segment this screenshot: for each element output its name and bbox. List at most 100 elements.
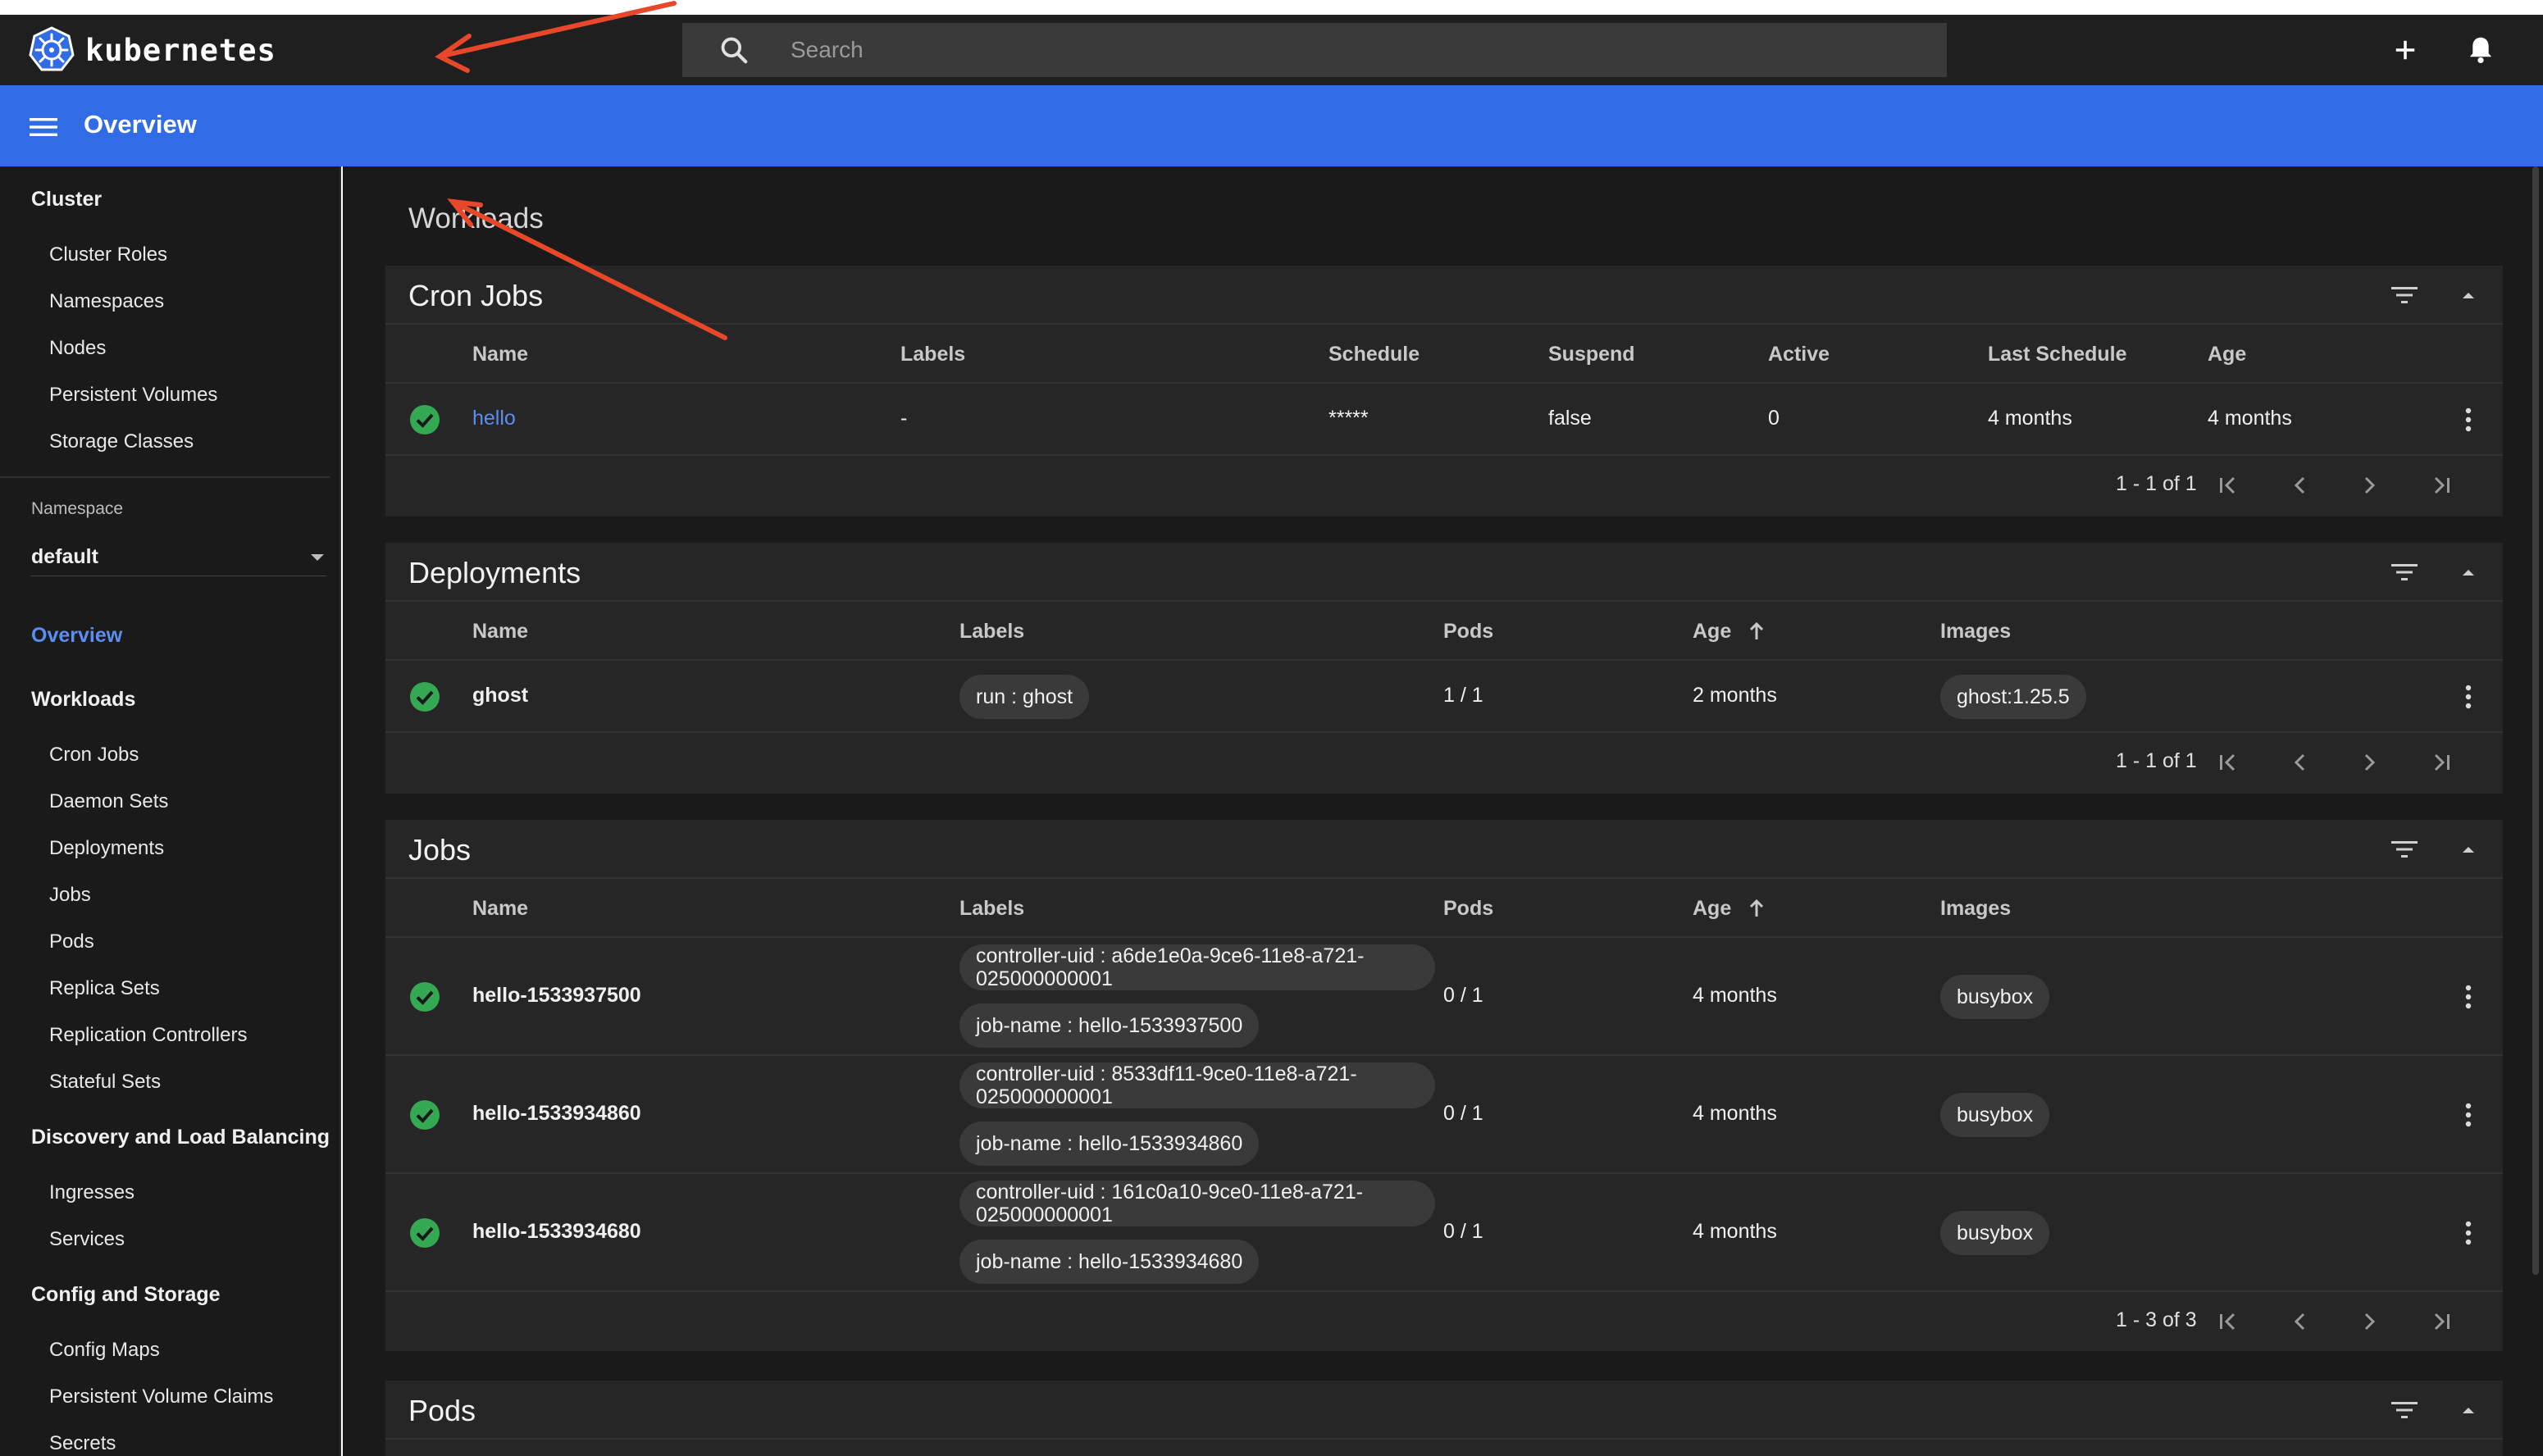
- search-input[interactable]: [791, 23, 1922, 77]
- cron-job-active: 0: [1768, 407, 1780, 430]
- sidebar-item-cron-jobs[interactable]: Cron Jobs: [49, 744, 139, 767]
- search-bar[interactable]: [682, 23, 1947, 77]
- create-button[interactable]: [2386, 31, 2424, 69]
- column-header[interactable]: Schedule: [1328, 343, 1420, 366]
- column-header[interactable]: Pods: [1443, 897, 1493, 921]
- job-age: 4 months: [1693, 1220, 1777, 1243]
- column-header[interactable]: Suspend: [1548, 343, 1635, 366]
- next-page-button[interactable]: [2352, 467, 2388, 503]
- sidebar-item-pvc[interactable]: Persistent Volume Claims: [49, 1385, 273, 1408]
- first-page-button[interactable]: [2211, 467, 2247, 503]
- previous-page-button[interactable]: [2281, 1304, 2317, 1340]
- more-vertical-icon: [2465, 407, 2472, 432]
- sidebar-item-pods[interactable]: Pods: [49, 930, 94, 953]
- column-header[interactable]: Age: [2208, 343, 2246, 366]
- column-header[interactable]: Name: [472, 343, 528, 366]
- sidebar-item-replication-controllers[interactable]: Replication Controllers: [49, 1024, 247, 1047]
- column-header[interactable]: Last Schedule: [1988, 343, 2127, 366]
- column-header[interactable]: Labels: [959, 897, 1024, 921]
- pagination-range: 1 - 1 of 1: [2116, 749, 2197, 772]
- cron-job-schedule: *****: [1328, 407, 1369, 430]
- collapse-button[interactable]: [2450, 277, 2486, 313]
- column-header[interactable]: Images: [1940, 620, 2011, 644]
- row-actions-button[interactable]: [2450, 402, 2486, 438]
- sidebar-item-ingresses[interactable]: Ingresses: [49, 1181, 134, 1204]
- job-name[interactable]: hello-1533934860: [472, 1102, 641, 1126]
- chevron-right-icon: [2364, 753, 2376, 771]
- first-page-button[interactable]: [2211, 1304, 2247, 1340]
- sidebar-item-overview[interactable]: Overview: [31, 624, 122, 648]
- arrow-up-icon[interactable]: [1747, 897, 1766, 920]
- sidebar-item-persistent-volumes[interactable]: Persistent Volumes: [49, 384, 217, 407]
- sidebar-item-workloads[interactable]: Workloads: [31, 688, 135, 712]
- column-header[interactable]: Pods: [1443, 620, 1493, 644]
- sidebar-item-jobs[interactable]: Jobs: [49, 884, 91, 907]
- nav-menu-button[interactable]: [25, 108, 62, 146]
- column-header[interactable]: Images: [1940, 897, 2011, 921]
- sidebar-item-cluster-roles[interactable]: Cluster Roles: [49, 243, 167, 266]
- sidebar-item-discovery[interactable]: Discovery and Load Balancing: [31, 1126, 330, 1149]
- scrollbar-thumb[interactable]: [2532, 166, 2539, 1275]
- collapse-button[interactable]: [2450, 1392, 2486, 1428]
- filter-button[interactable]: [2386, 831, 2422, 867]
- notifications-button[interactable]: [2462, 31, 2500, 69]
- row-actions-button[interactable]: [2450, 979, 2486, 1015]
- sidebar-item-deployments[interactable]: Deployments: [49, 837, 164, 860]
- filter-button[interactable]: [2386, 277, 2422, 313]
- next-page-button[interactable]: [2352, 1304, 2388, 1340]
- label-chip: controller-uid : 8533df11-9ce0-11e8-a721…: [959, 1062, 1435, 1108]
- window-top-edge: [0, 0, 2543, 15]
- collapse-button[interactable]: [2450, 554, 2486, 590]
- job-name[interactable]: hello-1533937500: [472, 984, 641, 1008]
- top-toolbar: kubernetes: [0, 15, 2543, 85]
- sidebar-item-namespaces[interactable]: Namespaces: [49, 290, 164, 313]
- sidebar-item-config-maps[interactable]: Config Maps: [49, 1339, 160, 1362]
- column-header[interactable]: Labels: [900, 343, 965, 366]
- job-name[interactable]: hello-1533934680: [472, 1220, 641, 1244]
- kubernetes-logo-icon: [29, 26, 75, 71]
- sidebar-item-config-storage[interactable]: Config and Storage: [31, 1283, 221, 1307]
- row-actions-button[interactable]: [2450, 1097, 2486, 1133]
- table-row: hello-1533934680 controller-uid : 161c0a…: [385, 1174, 2503, 1292]
- column-header[interactable]: Active: [1768, 343, 1830, 366]
- pagination: 1 - 1 of 1: [385, 733, 2503, 792]
- cron-job-suspend: false: [1548, 407, 1592, 430]
- collapse-button[interactable]: [2450, 831, 2486, 867]
- previous-page-button[interactable]: [2281, 467, 2317, 503]
- arrow-up-icon[interactable]: [1747, 620, 1766, 643]
- brand[interactable]: kubernetes: [28, 26, 276, 74]
- deployment-name[interactable]: ghost: [472, 684, 528, 708]
- column-header[interactable]: Labels: [959, 620, 1024, 644]
- pagination: 1 - 3 of 3: [385, 1292, 2503, 1351]
- sidebar-item-secrets[interactable]: Secrets: [49, 1432, 116, 1455]
- next-page-button[interactable]: [2352, 744, 2388, 780]
- last-page-button[interactable]: [2422, 1304, 2459, 1340]
- namespace-select[interactable]: default: [31, 540, 326, 576]
- cron-job-name-link[interactable]: hello: [472, 407, 516, 430]
- column-header[interactable]: Name: [472, 620, 528, 644]
- row-actions-button[interactable]: [2450, 1215, 2486, 1251]
- last-page-button[interactable]: [2422, 467, 2459, 503]
- filter-button[interactable]: [2386, 1392, 2422, 1428]
- more-vertical-icon: [2465, 1103, 2472, 1127]
- sidebar-item-cluster[interactable]: Cluster: [31, 188, 102, 212]
- filter-button[interactable]: [2386, 554, 2422, 590]
- vertical-scrollbar[interactable]: [2529, 166, 2543, 1456]
- previous-page-button[interactable]: [2281, 744, 2317, 780]
- row-actions-button[interactable]: [2450, 679, 2486, 715]
- chevron-left-icon: [2294, 753, 2305, 771]
- column-header[interactable]: Age: [1693, 620, 1731, 644]
- column-header[interactable]: Age: [1693, 897, 1731, 921]
- sidebar-item-nodes[interactable]: Nodes: [49, 337, 106, 360]
- sidebar-item-storage-classes[interactable]: Storage Classes: [49, 430, 194, 453]
- sidebar-item-services[interactable]: Services: [49, 1228, 125, 1251]
- column-header[interactable]: Name: [472, 897, 528, 921]
- sidebar-item-daemon-sets[interactable]: Daemon Sets: [49, 790, 168, 813]
- table-row: hello-1533937500 controller-uid : a6de1e…: [385, 938, 2503, 1056]
- sidebar-item-replica-sets[interactable]: Replica Sets: [49, 977, 160, 1000]
- label-chip: job-name : hello-1533934860: [959, 1122, 1260, 1166]
- last-page-button[interactable]: [2422, 744, 2459, 780]
- sidebar-item-stateful-sets[interactable]: Stateful Sets: [49, 1071, 161, 1094]
- first-page-icon: [2220, 1313, 2235, 1331]
- first-page-button[interactable]: [2211, 744, 2247, 780]
